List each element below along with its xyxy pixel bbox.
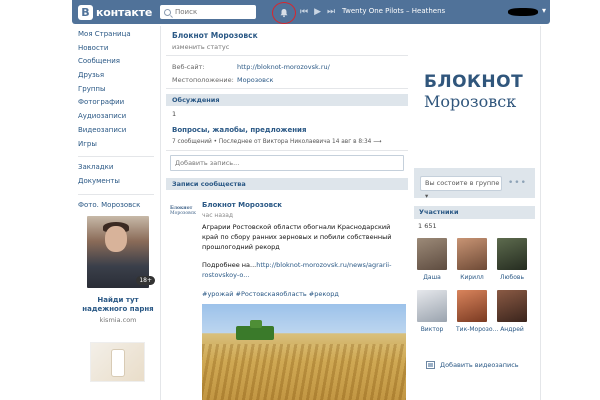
topic-expand-icon[interactable]: ⟶: [373, 139, 381, 145]
post-time[interactable]: час назад: [202, 212, 233, 219]
sidebar-item-documents[interactable]: Документы: [78, 175, 158, 189]
member-avatar[interactable]: [457, 290, 487, 322]
member-card[interactable]: Кирилл: [456, 238, 488, 281]
member-avatar[interactable]: [497, 238, 527, 270]
column-divider: [160, 26, 161, 400]
topic-message-count: 7 сообщений: [172, 139, 212, 145]
play-icon[interactable]: ▶: [314, 6, 321, 18]
member-card[interactable]: Тик-Морозо...: [456, 290, 498, 333]
post-image-wheat-field[interactable]: [202, 304, 406, 400]
topic-meta: 7 сообщений • Последнее от Виктора Никол…: [172, 139, 382, 145]
discussions-header[interactable]: Обсуждения: [166, 94, 408, 106]
sidebar-ad-2-image[interactable]: [90, 342, 145, 382]
post-avatar-line2: Морозовск: [170, 211, 196, 216]
post-hashtags[interactable]: #урожай #Ростовскаяобласть #рекорд: [202, 290, 339, 298]
ad-2-bottle: [111, 349, 125, 377]
topic-last-message[interactable]: Последнее от Виктора Николаевича 14 авг …: [219, 139, 372, 145]
user-name-redacted[interactable]: [508, 8, 538, 16]
next-track-icon[interactable]: ⏭: [327, 6, 335, 18]
member-card[interactable]: Даша: [416, 238, 448, 281]
prev-track-icon[interactable]: ⏮: [300, 6, 308, 18]
member-card[interactable]: Андрей: [496, 290, 528, 333]
divider: [166, 55, 408, 56]
post-more: Подробнее на...http://bloknot-morozovsk.…: [202, 261, 406, 281]
search-icon: [164, 8, 171, 16]
ad-photo[interactable]: 18+: [87, 216, 155, 288]
member-avatar[interactable]: [457, 238, 487, 270]
sidebar-divider: [78, 189, 154, 195]
top-bar: В контакте ⏮ ▶ ⏭ Twenty One Pilots – Hea…: [72, 0, 550, 24]
member-name[interactable]: Даша: [416, 274, 448, 281]
sidebar-item-friends[interactable]: Друзья: [78, 69, 158, 83]
post-author-avatar[interactable]: Блокнот Морозовск: [170, 206, 196, 222]
location-label: Местоположение:: [172, 76, 234, 84]
age-badge: 18+: [136, 276, 155, 285]
add-post-input[interactable]: [170, 155, 404, 171]
member-avatar[interactable]: [497, 290, 527, 322]
add-video-label[interactable]: Добавить видеозапись: [440, 361, 519, 369]
search-box[interactable]: [160, 5, 256, 19]
member-card[interactable]: Любовь: [496, 238, 528, 281]
discussions-count: 1: [172, 110, 177, 118]
members-header[interactable]: Участники: [414, 206, 535, 219]
sidebar-item-messages[interactable]: Сообщения: [78, 55, 158, 69]
wheat-rows: [202, 344, 406, 400]
member-avatar[interactable]: [417, 290, 447, 322]
post-text: Аграрии Ростовской области обогнали Крас…: [202, 223, 392, 251]
vk-logo-mark: В: [78, 4, 93, 20]
post-more-prefix: Подробнее на...: [202, 261, 257, 269]
sidebar-divider: [78, 151, 154, 158]
edit-status-link[interactable]: изменить статус: [172, 43, 229, 51]
group-name: Блокнот Морозовск: [172, 31, 258, 40]
sidebar-item-photo-morozovsk[interactable]: Фото. Морозовск: [78, 199, 158, 213]
sidebar-item-news[interactable]: Новости: [78, 42, 158, 56]
cover-title-line1: БЛОКНОТ: [424, 72, 524, 92]
divider: [166, 150, 408, 151]
sidebar-ad[interactable]: 18+ Найди тут надежного парня kismia.com: [78, 216, 158, 324]
user-menu-caret-icon[interactable]: ▾: [542, 6, 546, 15]
video-icon: [426, 361, 435, 369]
sidebar-item-bookmarks[interactable]: Закладки: [78, 161, 158, 175]
vk-logo[interactable]: В контакте: [78, 4, 152, 20]
audio-player-controls: ⏮ ▶ ⏭: [300, 6, 335, 18]
member-name[interactable]: Тик-Морозо...: [456, 326, 498, 333]
search-input[interactable]: [175, 8, 245, 16]
member-name[interactable]: Виктор: [416, 326, 448, 333]
member-name[interactable]: Андрей: [496, 326, 528, 333]
website-row: Веб-сайт: http://bloknot-morozovsk.ru/: [172, 63, 330, 71]
website-link[interactable]: http://bloknot-morozovsk.ru/: [237, 63, 330, 71]
cover-title-line2: Морозовск: [424, 92, 517, 111]
add-video-link[interactable]: Добавить видеозапись: [426, 361, 519, 369]
ad-title[interactable]: Найди тут надежного парня: [78, 296, 158, 314]
page-edge: [540, 26, 541, 400]
sidebar-item-video[interactable]: Видеозаписи: [78, 124, 158, 138]
more-actions-icon[interactable]: •••: [508, 178, 527, 188]
member-avatar[interactable]: [417, 238, 447, 270]
sidebar-item-games[interactable]: Игры: [78, 138, 158, 152]
website-label: Веб-сайт:: [172, 63, 205, 71]
sidebar-item-audio[interactable]: Аудиозаписи: [78, 110, 158, 124]
bell-icon: [280, 9, 288, 18]
location-value[interactable]: Морозовск: [237, 76, 273, 84]
post-author[interactable]: Блокнот Морозовск: [202, 201, 282, 209]
member-name[interactable]: Любовь: [496, 274, 528, 281]
sidebar-item-my-page[interactable]: Моя Страница: [78, 28, 158, 42]
sidebar-item-groups[interactable]: Группы: [78, 83, 158, 97]
location-row: Местоположение: Морозовск: [172, 76, 273, 84]
notifications-highlight[interactable]: [272, 2, 296, 24]
member-name[interactable]: Кирилл: [456, 274, 488, 281]
vk-logo-text: контакте: [96, 5, 153, 19]
members-count: 1 651: [418, 222, 437, 230]
ad-domain: kismia.com: [99, 316, 137, 324]
left-sidebar: Моя Страница Новости Сообщения Друзья Гр…: [78, 28, 158, 212]
combine-harvester: [236, 320, 274, 340]
membership-dropdown-button[interactable]: Вы состоите в группе ▾: [420, 176, 502, 200]
member-card[interactable]: Виктор: [416, 290, 448, 333]
topic-title[interactable]: Вопросы, жалобы, предложения: [172, 126, 306, 134]
ad-photo-face: [105, 226, 127, 252]
wall-header[interactable]: Записи сообщества: [166, 178, 408, 190]
divider: [166, 88, 408, 89]
now-playing-track[interactable]: Twenty One Pilots – Heathens: [342, 7, 445, 15]
sidebar-item-photos[interactable]: Фотографии: [78, 96, 158, 110]
